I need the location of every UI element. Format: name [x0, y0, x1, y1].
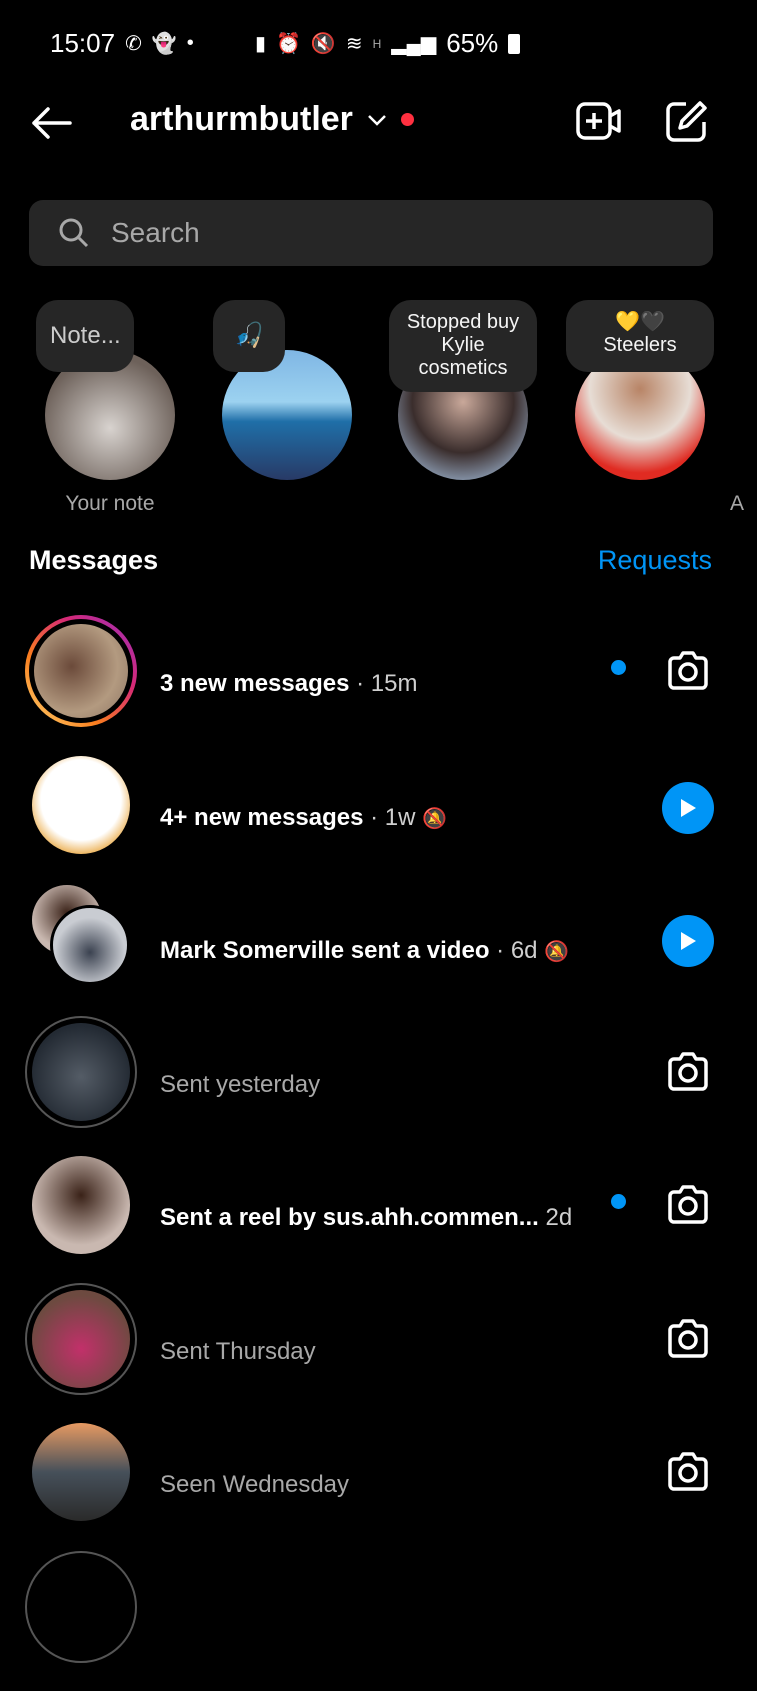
message-preview: 4+ new messages · 1w 🔕 — [160, 804, 447, 832]
preview-text: Seen Wednesday — [160, 1471, 350, 1498]
story-ring-seen — [25, 1551, 137, 1663]
message-preview: 3 new messages · 15m — [160, 670, 417, 698]
dot-icon: • — [186, 32, 194, 54]
muted-bell-icon: 🔕 — [422, 807, 448, 830]
preview-text: Mark Somerville sent a video — [160, 937, 490, 964]
preview-text: 4+ new messages — [160, 803, 364, 831]
message-preview: Seen Wednesday — [160, 1471, 349, 1499]
timestamp: · 1w — [363, 803, 416, 831]
muted-bell-icon: 🔕 — [544, 941, 570, 963]
conversation-row[interactable] — [0, 1551, 757, 1691]
timestamp: · 6d — [489, 937, 538, 964]
conversation-row[interactable]: Mark Somerville sent a video · 6d 🔕 — [0, 885, 757, 1022]
compose-button[interactable] — [664, 100, 708, 149]
avatar — [32, 1423, 130, 1521]
play-icon — [681, 932, 696, 950]
battery-percent: 65% — [446, 28, 499, 58]
conversation-row[interactable]: 3 new messages · 15m — [0, 615, 757, 755]
notification-dot — [400, 113, 414, 126]
avatar — [32, 755, 130, 854]
account-switcher[interactable]: arthurmbutler — [130, 100, 414, 139]
mute-icon: 🔇 — [310, 33, 336, 55]
camera-icon[interactable] — [666, 1318, 710, 1363]
unread-dot — [611, 1194, 626, 1209]
camera-icon[interactable] — [666, 1184, 710, 1229]
status-bar-left: 15:07 ✆ 👻 • — [50, 28, 194, 59]
note-label: A — [730, 492, 745, 515]
search-icon — [59, 218, 89, 248]
alarm-icon: ⏰ — [276, 33, 301, 55]
battery-icon — [508, 33, 521, 54]
clock: 15:07 — [50, 28, 116, 58]
note-bubble: 💛🖤 Steelers — [566, 300, 714, 372]
new-video-call-button[interactable] — [576, 100, 622, 149]
message-preview: Sent yesterday — [160, 1071, 320, 1099]
note-label: Your note — [65, 492, 155, 515]
battery-saver-icon: ▮ — [255, 33, 267, 55]
back-button[interactable] — [30, 103, 72, 148]
message-preview: Sent Thursday — [160, 1338, 316, 1366]
search-placeholder: Search — [111, 217, 200, 248]
signal-icon: ▂▄▆ — [391, 33, 437, 55]
username: arthurmbutler — [130, 100, 353, 138]
preview-text: Sent Thursday — [160, 1337, 316, 1365]
search-input[interactable]: Search — [29, 200, 713, 266]
note-bubble: 🎣 — [213, 300, 285, 372]
message-preview: Mark Somerville sent a video · 6d 🔕 — [160, 937, 569, 965]
unread-dot — [611, 660, 626, 675]
message-preview: Sent a reel by sus.ahh.commen... 2d — [160, 1204, 572, 1232]
camera-icon[interactable] — [666, 1451, 710, 1496]
avatar — [32, 1022, 130, 1121]
preview-text: Sent yesterday — [160, 1070, 321, 1098]
avatar — [34, 624, 128, 718]
play-button[interactable] — [662, 781, 714, 834]
messages-heading: Messages — [29, 545, 159, 575]
camera-icon[interactable] — [666, 650, 710, 695]
conversation-row[interactable]: 4+ new messages · 1w 🔕 — [0, 755, 757, 889]
preview-text: Sent a reel by sus.ahh.commen... — [160, 1204, 539, 1231]
avatar — [32, 1156, 130, 1254]
conversation-row[interactable]: Seen Wednesday — [0, 1423, 757, 1556]
whatsapp-icon: ✆ — [125, 33, 142, 55]
requests-link[interactable]: Requests — [598, 545, 712, 576]
conversation-row[interactable]: Sent a reel by sus.ahh.commen... 2d — [0, 1156, 757, 1289]
timestamp: 2d — [538, 1204, 573, 1231]
preview-text: 3 new messages — [160, 670, 350, 697]
edit-icon — [666, 101, 707, 142]
conversation-row[interactable]: Sent Thursday — [0, 1282, 757, 1423]
note-bubble: Note... — [36, 300, 134, 372]
timestamp: · 15m — [349, 670, 418, 697]
camera-icon[interactable] — [666, 1051, 710, 1096]
back-arrow-icon — [32, 107, 72, 139]
network-type: H — [372, 36, 382, 51]
conversation-row[interactable]: Sent yesterday — [0, 1015, 757, 1156]
video-add-icon — [576, 102, 621, 140]
play-icon — [681, 798, 696, 817]
chevron-down-icon — [368, 114, 386, 126]
status-bar-right: ▮ ⏰ 🔇 ≋ H ▂▄▆ 65% — [255, 28, 521, 59]
wifi-icon: ≋ — [345, 33, 363, 55]
avatar — [50, 905, 130, 985]
snapchat-icon: 👻 — [151, 33, 177, 55]
avatar — [32, 1289, 130, 1388]
note-bubble: Stopped buy Kylie cosmetics — [389, 300, 537, 392]
play-button[interactable] — [662, 915, 714, 967]
